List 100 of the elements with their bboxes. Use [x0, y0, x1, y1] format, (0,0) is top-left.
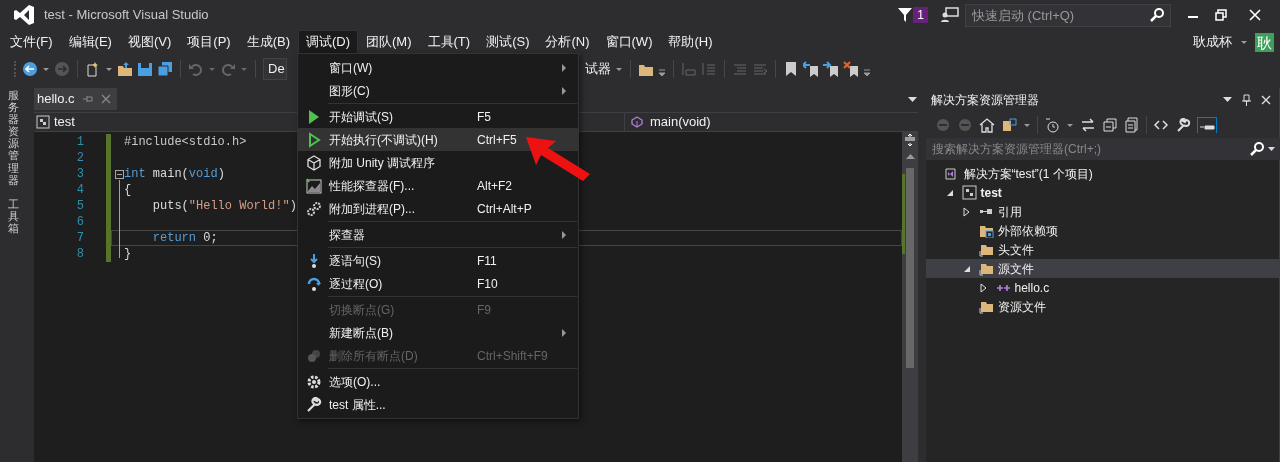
line-number: 5	[76, 198, 84, 214]
menu-item[interactable]: 窗口(W)	[597, 30, 661, 54]
line-number: 3	[76, 166, 84, 182]
tab-list-icon[interactable]	[908, 97, 917, 103]
method-icon	[631, 116, 643, 128]
menu-item[interactable]: 分析(N)	[537, 30, 598, 54]
window-title: test - Microsoft Visual Studio	[44, 6, 209, 25]
quick-launch-field[interactable]: 快速启动 (Ctrl+Q)	[965, 3, 1171, 27]
debugger-dropdown[interactable]: 试器	[585, 58, 611, 80]
menu-item[interactable]: 团队(M)	[358, 30, 420, 54]
collapsed-arrow-icon[interactable]	[978, 282, 988, 293]
folder-icon	[978, 223, 994, 238]
tree-item[interactable]: 引用	[926, 202, 1279, 221]
bookmark-icon[interactable]	[783, 61, 799, 77]
caret-icon[interactable]	[1240, 39, 1248, 45]
line-number: 4	[76, 182, 84, 198]
save-icon[interactable]	[137, 61, 153, 77]
preview-icon[interactable]	[1197, 117, 1217, 133]
tree-item[interactable]: 外部依赖项	[926, 221, 1279, 240]
menu-item[interactable]: 逐语句(S) F11	[298, 249, 578, 272]
redo-icon[interactable]	[220, 61, 236, 77]
previous-bookmark-icon[interactable]	[803, 61, 819, 77]
menu-item[interactable]: 附加 Unity 调试程序	[298, 151, 578, 174]
line-number: 8	[76, 246, 84, 262]
tree-item[interactable]: hello.c	[926, 278, 1279, 297]
feedback-icon[interactable]	[941, 7, 959, 23]
menu-item[interactable]: 生成(B)	[238, 30, 298, 54]
home-icon[interactable]	[979, 117, 995, 133]
gear-icon	[306, 373, 322, 390]
undo-icon[interactable]	[188, 61, 204, 77]
open-folder-icon[interactable]	[117, 61, 133, 77]
project-icon	[36, 115, 50, 129]
side-panel-tab[interactable]: 工具箱	[7, 197, 19, 235]
user-name[interactable]: 耿成杯	[1193, 32, 1232, 52]
restore-icon[interactable]	[1215, 9, 1227, 21]
code-line: int main(void)	[124, 167, 225, 181]
code-line: return 0;	[151, 231, 218, 245]
tree-item[interactable]: test	[926, 183, 1279, 202]
line-number: 7	[76, 230, 84, 246]
tree-item[interactable]: 解决方案“test”(1 个项目)	[926, 164, 1279, 183]
gears-icon	[306, 200, 322, 217]
side-panel-tab[interactable]: 服务器资源管理器	[7, 89, 19, 186]
notification-badge[interactable]: 1	[913, 7, 928, 23]
panel-title: 解决方案资源管理器	[931, 92, 1039, 109]
sync-icon[interactable]	[1080, 117, 1096, 133]
code-line: {	[124, 183, 132, 197]
chart-icon	[306, 177, 322, 194]
menu-item[interactable]: 选项(O)...	[298, 370, 578, 393]
next-bookmark-icon[interactable]	[823, 61, 839, 77]
visual-studio-logo-icon	[13, 4, 35, 26]
menu-item[interactable]: 编辑(E)	[60, 30, 120, 54]
show-all-files-icon[interactable]	[1124, 117, 1140, 133]
switch-views-icon[interactable]	[1001, 117, 1017, 133]
split-icon[interactable]	[904, 134, 916, 146]
save-all-icon[interactable]	[157, 61, 173, 77]
code-line: }	[124, 247, 132, 261]
menu-item[interactable]: 开始执行(不调试)(H) Ctrl+F5	[298, 128, 578, 151]
play-outline-icon	[306, 131, 322, 148]
line-number: 1	[76, 134, 84, 150]
menu-item[interactable]: 项目(P)	[179, 30, 239, 54]
folder-icon	[978, 299, 994, 314]
tree-item[interactable]: 资源文件	[926, 297, 1279, 316]
menu-item[interactable]: 逐过程(O) F10	[298, 272, 578, 295]
clear-bookmarks-icon[interactable]	[843, 61, 859, 77]
member-dropdown[interactable]: main(void)	[624, 112, 918, 132]
collapsed-arrow-icon[interactable]	[961, 206, 971, 217]
tree-item[interactable]: 头文件	[926, 240, 1279, 259]
project-icon	[961, 185, 977, 200]
menu-item[interactable]: 文件(F)	[2, 30, 61, 54]
menu-item[interactable]: 测试(S)	[478, 30, 538, 54]
back-icon[interactable]	[22, 61, 38, 77]
menu-item[interactable]: 开始调试(S) F5	[298, 105, 578, 128]
filter-icon[interactable]	[898, 7, 913, 23]
folder-icon	[978, 261, 994, 276]
search-field[interactable]: 搜索解决方案资源管理器(Ctrl+;)	[926, 138, 1280, 160]
menu-item[interactable]: test 属性...	[298, 393, 578, 416]
menu-item[interactable]: 新建断点(B)	[298, 321, 578, 344]
menu-item[interactable]: 附加到进程(P)... Ctrl+Alt+P	[298, 197, 578, 220]
cube-icon	[306, 154, 322, 171]
collapse-icon[interactable]	[115, 170, 124, 179]
menu-item[interactable]: 窗口(W)	[298, 56, 578, 79]
scrollbar-thumb[interactable]	[906, 168, 914, 368]
menu-item[interactable]: 帮助(H)	[660, 30, 721, 54]
dropdown-icon[interactable]	[1223, 97, 1232, 103]
line-number: 2	[76, 150, 84, 166]
menu-item[interactable]: 视图(V)	[119, 30, 180, 54]
scroll-up-icon[interactable]	[905, 154, 915, 160]
menu-item[interactable]: 调试(D)	[298, 30, 359, 54]
configuration-dropdown[interactable]: De	[263, 58, 287, 80]
step-over-icon	[306, 275, 322, 292]
pointer-arrow	[526, 137, 590, 181]
code-line: #include<stdio.h>	[124, 135, 247, 149]
menu-item[interactable]: 工具(T)	[419, 30, 479, 54]
menu-item[interactable]: 探查器	[298, 223, 578, 246]
folder-icon	[978, 242, 994, 257]
menu-item[interactable]: 图形(C)	[298, 79, 578, 102]
delete-breakpoints-icon	[306, 347, 322, 364]
tree-item[interactable]: 源文件	[926, 259, 1279, 278]
collapse-all-icon[interactable]	[1102, 117, 1118, 133]
menu-item[interactable]: 性能探查器(F)... Alt+F2	[298, 174, 578, 197]
